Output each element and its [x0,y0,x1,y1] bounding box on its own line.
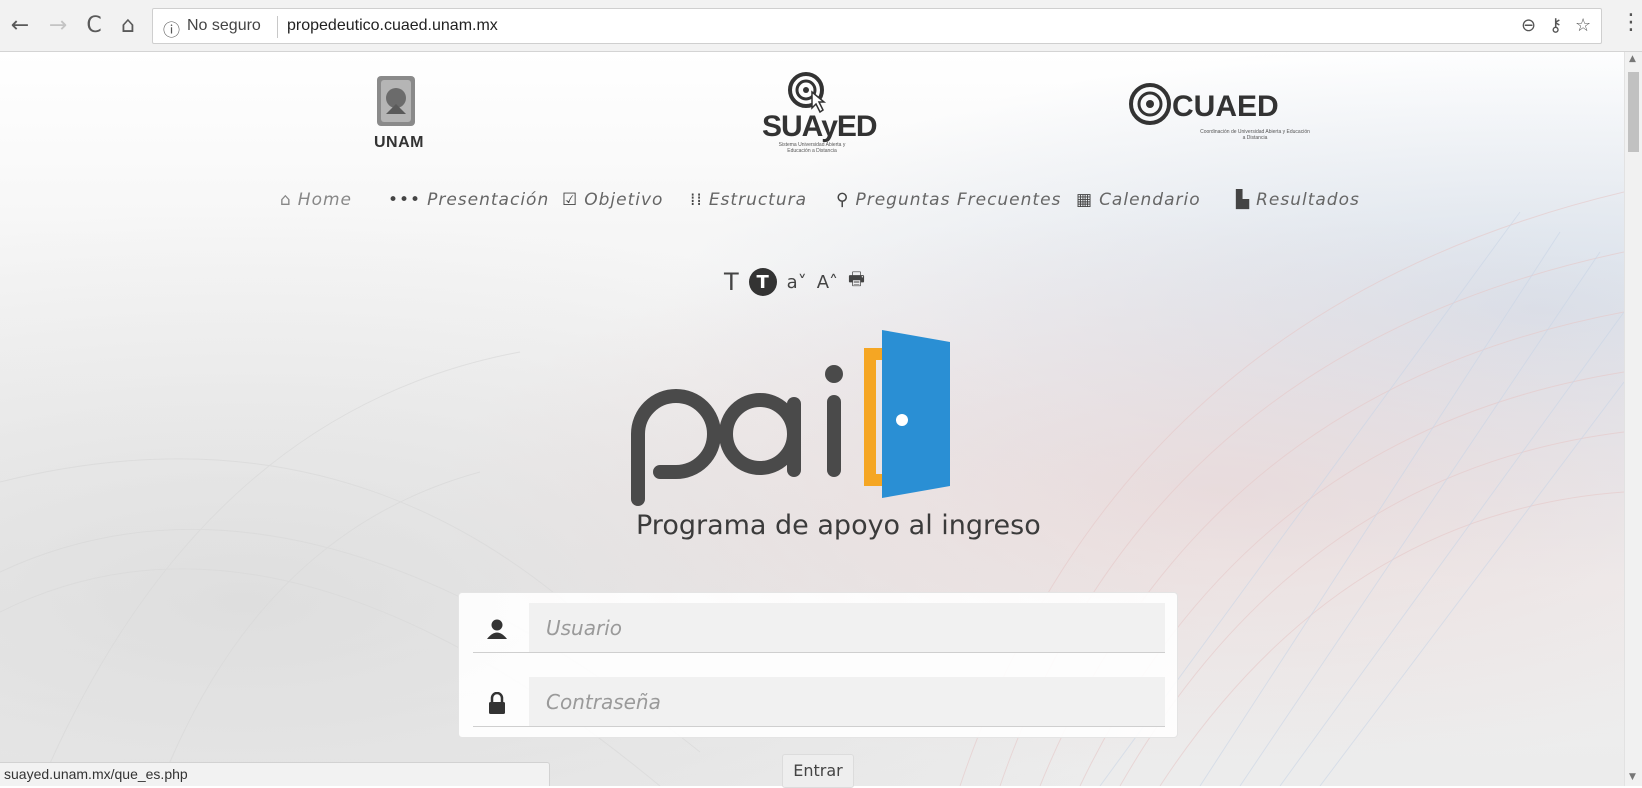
username-row [473,603,1165,653]
zoom-out-icon[interactable]: ⊖ [1521,15,1536,36]
address-bar[interactable]: ⓘ No seguro propedeutico.cuaed.unam.mx ⊖… [152,8,1602,44]
pai-logo [631,330,950,506]
calendar-icon: ▦ [1076,190,1094,210]
text-normal-button[interactable]: T [724,268,739,296]
forward-icon[interactable]: → [44,11,72,39]
user-icon [483,615,511,643]
status-bar: suayed.unam.mx/que_es.php [0,762,550,786]
menu-item-label: Objetivo [584,190,664,210]
unam-label: UNAM [374,134,424,151]
home-icon[interactable]: ⌂ [114,11,142,39]
menu-item-objetivo[interactable]: ☑ Objetivo [562,190,663,210]
page-content: UNAM SUAyED Sistema Universidad Abierta … [0,52,1624,786]
back-icon[interactable]: ← [6,11,34,39]
scroll-up-icon[interactable]: ▲ [1629,54,1636,64]
lock-icon [483,689,511,717]
menu-item-estructura[interactable]: ⁞⁞ Estructura [690,190,807,210]
tagline: Programa de apoyo al ingreso [636,510,1041,541]
checkbox-icon: ☑ [562,190,579,210]
suayed-subtitle: Sistema Universidad Abierta y Educación … [778,142,846,154]
suayed-label: SUAyED [762,110,878,143]
font-increase-button[interactable]: A˄ [817,272,838,293]
menu-item-label: Home [297,190,352,210]
menu-item-label: Preguntas Frecuentes [855,190,1062,210]
reload-icon[interactable]: C [80,11,108,39]
password-input[interactable] [529,677,1165,726]
home-icon: ⌂ [280,190,292,210]
username-input[interactable] [529,603,1165,652]
ellipsis-icon: ••• [388,190,422,210]
file-icon: ▙ [1236,190,1251,210]
menu-item-preguntas[interactable]: ⚲ Preguntas Frecuentes [836,190,1061,210]
sitemap-icon: ⁞⁞ [690,190,703,210]
menu-item-label: Resultados [1256,190,1360,210]
login-panel [458,592,1178,738]
url-text[interactable]: propedeutico.cuaed.unam.mx [287,17,498,35]
menu-item-presentacion[interactable]: ••• Presentación [388,190,549,210]
print-icon[interactable]: 🖶 [848,267,865,297]
main-menu: ⌂ Home ••• Presentación ☑ Objetivo ⁞⁞ Es… [0,190,1624,220]
menu-item-label: Calendario [1099,190,1201,210]
font-decrease-button[interactable]: a˅ [787,272,807,293]
security-label[interactable]: No seguro [187,17,261,35]
cuaed-label: CUAED [1172,90,1279,123]
password-row [473,677,1165,727]
address-divider [277,16,278,38]
cuaed-subtitle: Coordinación de Universidad Abierta y Ed… [1200,129,1310,141]
vertical-dots-icon[interactable]: ⋮ [1620,10,1642,35]
accessibility-toolbar: T T a˅ A˄ 🖶 [724,266,865,298]
scroll-thumb[interactable] [1628,72,1639,152]
key-icon[interactable]: ⚷ [1549,15,1562,36]
menu-item-resultados[interactable]: ▙ Resultados [1236,190,1360,210]
page-scrollbar[interactable]: ▲ ▼ [1624,52,1642,786]
high-contrast-button[interactable]: T [748,268,777,296]
unam-crest-icon [377,76,415,126]
menu-item-label: Estructura [708,190,808,210]
star-icon[interactable]: ☆ [1575,15,1591,36]
search-icon: ⚲ [836,190,850,210]
login-button[interactable]: Entrar [782,754,854,788]
cuaed-target-icon [1129,83,1171,125]
menu-item-home[interactable]: ⌂ Home [280,190,352,210]
menu-item-calendario[interactable]: ▦ Calendario [1076,190,1201,210]
menu-item-label: Presentación [427,190,550,210]
suayed-target-icon [788,72,827,114]
info-icon[interactable]: ⓘ [163,16,180,41]
scroll-down-icon[interactable]: ▼ [1629,772,1636,782]
browser-toolbar: ← → C ⌂ ⓘ No seguro propedeutico.cuaed.u… [0,0,1642,52]
